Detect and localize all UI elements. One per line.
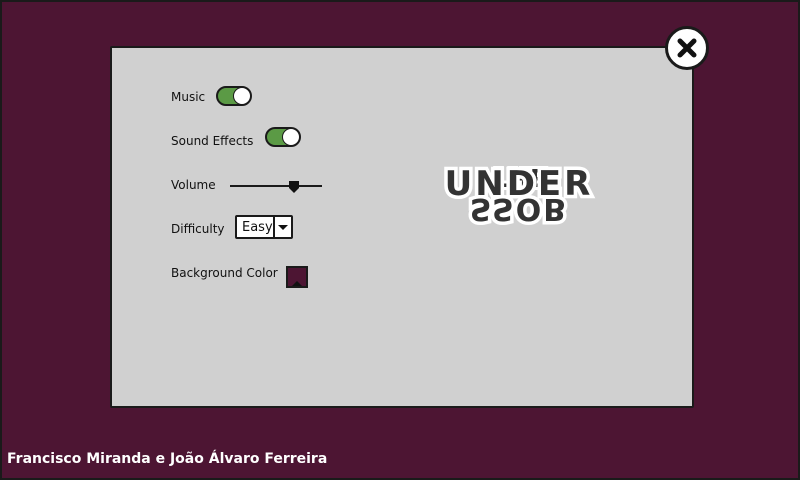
close-icon bbox=[677, 38, 697, 58]
slider-track bbox=[230, 185, 322, 187]
music-toggle[interactable] bbox=[216, 86, 252, 106]
background-color-picker[interactable] bbox=[286, 266, 308, 288]
footer-credit: Francisco Miranda e João Álvaro Ferreira bbox=[7, 451, 328, 467]
volume-slider[interactable] bbox=[230, 176, 322, 196]
chevron-down-icon bbox=[278, 225, 288, 230]
sound-effects-toggle[interactable] bbox=[265, 127, 301, 147]
close-button[interactable] bbox=[665, 26, 709, 70]
slider-thumb[interactable] bbox=[289, 178, 300, 193]
game-logo: THE UNDER SSOB bbox=[374, 143, 664, 239]
settings-panel: Music Sound Effects Volume Difficulty Ea… bbox=[110, 46, 694, 408]
difficulty-label: Difficulty bbox=[171, 222, 225, 236]
volume-label: Volume bbox=[171, 178, 216, 192]
toggle-knob bbox=[282, 128, 300, 146]
difficulty-value: Easy bbox=[242, 220, 273, 235]
background-color-label: Background Color bbox=[171, 266, 278, 280]
dropdown-arrow-button[interactable] bbox=[273, 217, 291, 237]
game-screen: Music Sound Effects Volume Difficulty Ea… bbox=[0, 0, 800, 480]
music-label: Music bbox=[171, 90, 206, 104]
difficulty-dropdown[interactable]: Easy bbox=[235, 215, 293, 239]
logo-line-ssob: SSOB bbox=[470, 191, 568, 226]
toggle-knob bbox=[233, 87, 251, 105]
sound-effects-label: Sound Effects bbox=[171, 134, 254, 148]
caret-down-icon bbox=[292, 281, 302, 286]
